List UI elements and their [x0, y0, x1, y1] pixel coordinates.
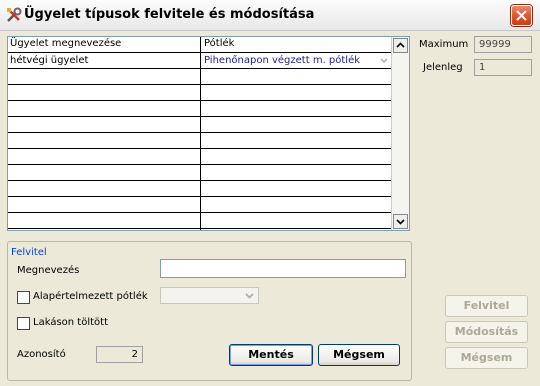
- group-title: Felvitel: [11, 247, 47, 258]
- azonosito-value: 2: [96, 346, 143, 363]
- save-button[interactable]: Mentés: [229, 344, 313, 366]
- chevron-down-icon[interactable]: [378, 56, 390, 66]
- alapertelmezett-label: Alapértelmezett pótlék: [33, 291, 148, 302]
- column-header-potlek[interactable]: Pótlék: [204, 38, 234, 49]
- cancel-button[interactable]: Mégsem: [318, 344, 400, 366]
- side-cancel-button[interactable]: Mégsem: [445, 347, 528, 369]
- azonosito-label: Azonosító: [17, 349, 66, 360]
- cell-name: hétvégi ügyelet: [10, 55, 89, 66]
- close-icon: [516, 10, 527, 21]
- cell-potlek[interactable]: Pihenőnapon végzett m. pótlék: [204, 55, 360, 66]
- chevron-down-icon: [396, 219, 405, 225]
- jelenleg-value: 1: [474, 59, 532, 76]
- column-divider: [200, 37, 201, 230]
- title-bar: Ügyelet típusok felvitele és módosítása: [0, 0, 540, 31]
- chevron-up-icon: [396, 42, 405, 48]
- chevron-down-icon: [245, 293, 254, 299]
- megnevezes-input[interactable]: [160, 259, 406, 278]
- megnevezes-label: Megnevezés: [17, 265, 80, 276]
- alapertelmezett-checkbox[interactable]: [17, 291, 30, 304]
- grid-scrollbar[interactable]: [391, 37, 409, 230]
- tools-icon: [7, 7, 22, 22]
- close-button[interactable]: [511, 5, 532, 26]
- potlek-select[interactable]: [160, 287, 259, 304]
- lakason-checkbox[interactable]: [17, 317, 30, 330]
- duty-types-grid[interactable]: Ügyelet megnevezése Pótlék hétvégi ügyel…: [7, 36, 410, 231]
- column-header-name[interactable]: Ügyelet megnevezése: [10, 38, 121, 49]
- modositas-button[interactable]: Módosítás: [445, 321, 528, 343]
- felvitel-button[interactable]: Felvitel: [445, 295, 528, 317]
- window-title: Ügyelet típusok felvitele és módosítása: [24, 7, 315, 22]
- scroll-down-button[interactable]: [393, 214, 408, 229]
- jelenleg-label: Jelenleg: [423, 62, 463, 73]
- maximum-label: Maximum: [419, 39, 469, 50]
- scroll-up-button[interactable]: [393, 38, 408, 53]
- maximum-value: 99999: [474, 36, 532, 53]
- lakason-label: Lakáson töltött: [33, 317, 108, 328]
